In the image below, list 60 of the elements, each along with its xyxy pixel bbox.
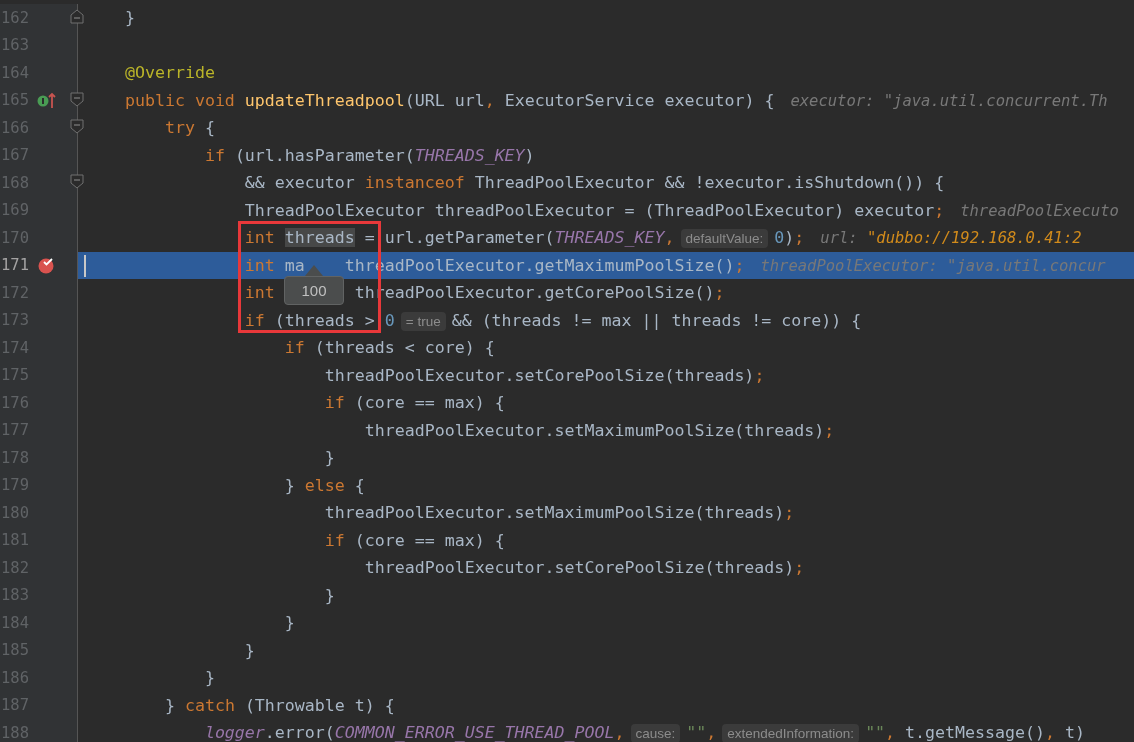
- code-text: if: [244, 310, 265, 330]
- code-text: int: [244, 283, 275, 302]
- code-text: t): [1065, 723, 1085, 742]
- code-text: ExecutorService executor) {: [504, 90, 775, 110]
- code-text: }: [284, 613, 295, 632]
- code-text: 0);: [774, 228, 805, 247]
- code-text: ThreadPoolExecutor && !executor.isShutdown()) {: [474, 173, 945, 192]
- code-text: int: [244, 255, 275, 275]
- code-text: && (threads != max || threads != core)) {: [451, 310, 862, 330]
- fold-icon[interactable]: [70, 9, 84, 24]
- code-text: {: [354, 475, 365, 495]
- code-text: }: [324, 448, 335, 467]
- line-number: 171: [0, 256, 29, 275]
- code-text: } catch: [164, 695, 235, 715]
- code-text: }: [324, 585, 335, 605]
- implements-arrow-icon[interactable]: [36, 91, 56, 110]
- code-text: (core == max) {: [354, 530, 505, 550]
- code-text: try: [164, 118, 195, 137]
- debug-value: url: "dubbo://192.168.0.41:2: [820, 229, 1082, 247]
- fold-icon[interactable]: [70, 91, 84, 107]
- code-text: && executor instanceof: [244, 173, 465, 192]
- code-text: threadPoolExecutor.setCorePoolSize(threads);: [364, 558, 805, 577]
- debug-value: executor: "java.util.concurrent.Th: [790, 91, 1108, 110]
- code-text: }: [244, 640, 255, 660]
- text-cursor: [84, 255, 86, 277]
- code-text: ma: [284, 255, 305, 275]
- code-text: if: [284, 338, 305, 357]
- code-text: @Override: [124, 63, 215, 82]
- code-text: = url.getParameter(THREADS_KEY,: [364, 228, 675, 247]
- code-text: if: [324, 393, 345, 412]
- code-text: }: [204, 668, 215, 687]
- code-text: (threads > 0: [274, 310, 395, 330]
- code-text: int threads: [244, 228, 355, 247]
- debug-value: threadPoolExecutor: "java.util.concur: [760, 256, 1106, 275]
- inlay-hint: cause:: [630, 724, 681, 742]
- code-text: {: [204, 118, 215, 137]
- code-text: threadPoolExecutor.setMaximumPoolSize(threads);: [364, 420, 835, 440]
- code-text: logger.error(COMMON_ERROR_USE_THREAD_POOL,: [204, 723, 625, 742]
- code-text: threadPoolExecutor.setCorePoolSize(threads);: [324, 365, 765, 385]
- code-text: if: [204, 145, 225, 165]
- code-text: ThreadPoolExecutor threadPoolExecutor = (ThreadPoolExecutor) executor;: [244, 200, 945, 220]
- code-text: (url.hasParameter(THREADS_KEY): [234, 145, 535, 165]
- code-text: t.getMessage(),: [905, 723, 1055, 742]
- code-text: }: [124, 8, 135, 27]
- code-text: (threads < core) {: [314, 338, 495, 357]
- breakpoint-icon[interactable]: [37, 256, 55, 275]
- code-text: threadPoolExecutor.setMaximumPoolSize(threads);: [324, 503, 795, 522]
- fold-icon[interactable]: [70, 119, 84, 134]
- code-text: "",: [686, 723, 717, 742]
- inlay-hint: = true: [400, 311, 446, 331]
- code-text: (core == max) {: [354, 393, 505, 412]
- inlay-hint: extendedInformation:: [722, 724, 860, 742]
- fold-icon[interactable]: [70, 174, 84, 189]
- code-text: public void updateThreadpool(URL url,: [124, 90, 495, 110]
- code-text: if: [324, 530, 345, 550]
- debug-value: threadPoolExecuto: [960, 201, 1119, 220]
- code-text: } else: [284, 475, 345, 495]
- inlay-hint: defaultValue:: [680, 229, 769, 248]
- code-text: (Throwable t) {: [244, 695, 395, 715]
- code-text: "",: [865, 723, 896, 742]
